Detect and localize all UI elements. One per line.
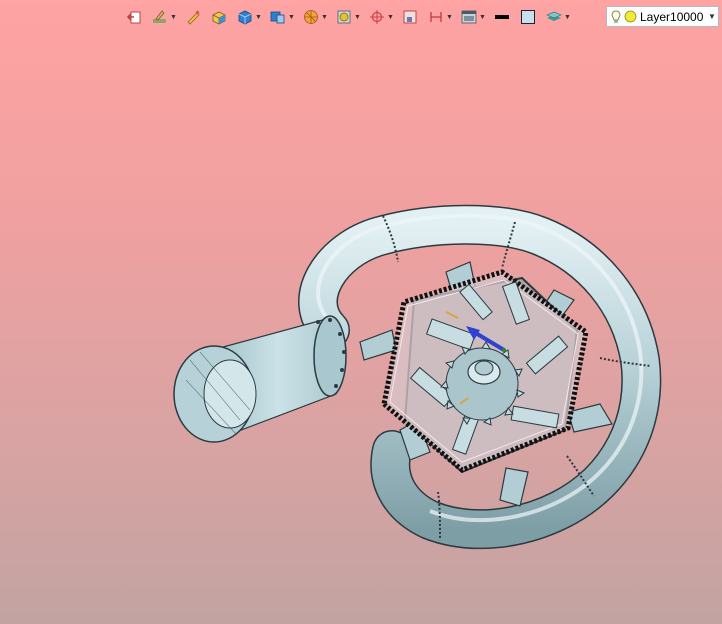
3d-viewport[interactable] xyxy=(0,0,722,624)
inlet-cone xyxy=(173,315,347,443)
